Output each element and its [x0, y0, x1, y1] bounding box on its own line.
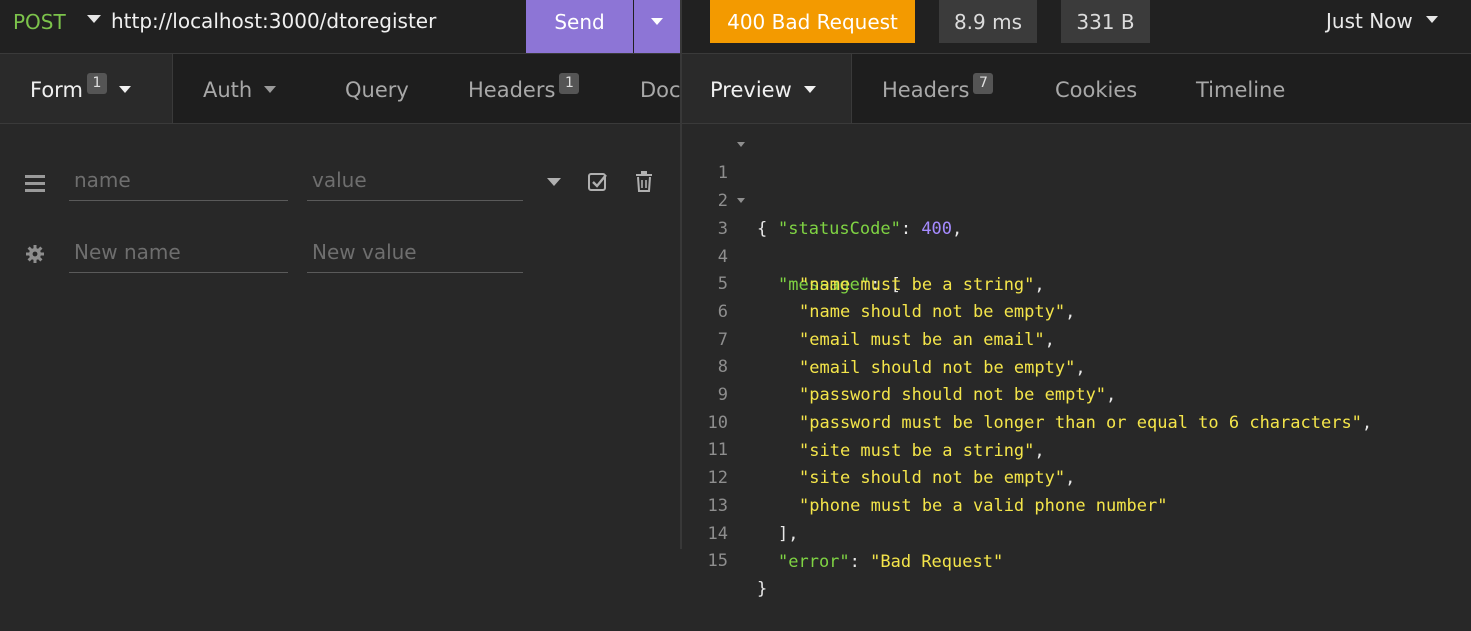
request-tabs: Form 1 Auth Query Headers 1 Doc: [0, 54, 680, 124]
chevron-down-icon: [118, 86, 131, 93]
chevron-down-icon[interactable]: [87, 15, 101, 23]
tab-preview[interactable]: Preview: [682, 54, 851, 123]
chevron-down-icon[interactable]: [547, 178, 561, 186]
send-button[interactable]: Send: [526, 0, 633, 53]
tab-label: Headers: [882, 78, 970, 102]
fold-toggle-icon[interactable]: [737, 142, 745, 147]
fold-toggle-icon[interactable]: [737, 198, 745, 203]
drag-handle-icon[interactable]: [25, 175, 45, 196]
response-time-badge: 8.9 ms: [939, 0, 1037, 43]
form-value-input[interactable]: value: [307, 165, 523, 201]
code-line: 10 "site must be a string",: [707, 413, 1045, 461]
url-input[interactable]: http://localhost:3000/dtoregister: [111, 9, 436, 33]
chevron-down-icon: [651, 18, 663, 25]
tab-timeline[interactable]: Timeline: [1196, 54, 1285, 123]
code-line: 2 "statusCode": 400,: [717, 191, 963, 239]
code-line: 14 "error": "Bad Request": [707, 524, 1004, 572]
tab-cookies[interactable]: Cookies: [1055, 54, 1137, 123]
code-line: 5 "name should not be empty",: [717, 274, 1076, 322]
history-dropdown[interactable]: Just Now: [1326, 9, 1413, 33]
method-selector[interactable]: POST: [13, 10, 66, 34]
tab-divider: [172, 54, 173, 123]
new-name-input[interactable]: New name: [69, 237, 288, 273]
top-bar: POST http://localhost:3000/dtoregister S…: [0, 0, 1471, 54]
tab-response-headers[interactable]: Headers 7: [882, 54, 994, 123]
tab-label: Doc: [640, 78, 680, 102]
code-line: 9 "password must be longer than or equal…: [717, 385, 1373, 433]
tab-auth[interactable]: Auth: [203, 54, 277, 123]
chevron-down-icon: [264, 86, 277, 93]
code-line: 3 "message": [: [682, 187, 901, 295]
send-options-button[interactable]: [634, 0, 680, 53]
checkbox-icon[interactable]: [587, 171, 609, 193]
code-line: 15 }: [707, 551, 768, 599]
tab-label: Headers: [468, 78, 556, 102]
trash-icon[interactable]: [633, 170, 655, 194]
status-badge: 400 Bad Request: [710, 0, 915, 43]
code-line: 8 "password should not be empty",: [717, 357, 1117, 405]
code-line: 4 "name must be a string",: [717, 247, 1045, 295]
tab-label: Cookies: [1055, 78, 1138, 102]
code-line: 11 "site should not be empty",: [707, 440, 1076, 488]
tab-label: Auth: [203, 78, 253, 102]
chevron-down-icon[interactable]: [1426, 16, 1438, 23]
tab-docs[interactable]: Doc: [640, 54, 680, 123]
code-line: 12 "phone must be a valid phone number": [707, 468, 1168, 516]
tab-label: Timeline: [1196, 78, 1286, 102]
chevron-down-icon: [803, 86, 816, 93]
code-line: 1 {: [682, 131, 767, 239]
code-line: 6 "email must be an email",: [717, 302, 1055, 350]
code-line: 7 "email should not be empty",: [717, 330, 1086, 378]
tab-divider: [851, 54, 852, 123]
response-size-badge: 331 B: [1061, 0, 1150, 43]
count-badge: 1: [559, 73, 580, 94]
tab-headers[interactable]: Headers 1: [468, 54, 580, 123]
count-badge: 1: [86, 73, 107, 94]
response-tabs: Preview Headers 7 Cookies Timeline: [682, 54, 1471, 124]
new-value-input[interactable]: New value: [307, 237, 523, 273]
count-badge: 7: [973, 73, 994, 94]
tab-form[interactable]: Form 1: [0, 54, 172, 123]
tab-label: Form: [30, 78, 83, 102]
tab-label: Query: [345, 78, 409, 102]
tab-query[interactable]: Query: [345, 54, 409, 123]
code-line: 13 ],: [707, 496, 799, 544]
form-name-input[interactable]: name: [69, 165, 288, 201]
tab-label: Preview: [710, 78, 792, 102]
gear-icon[interactable]: [25, 244, 45, 264]
